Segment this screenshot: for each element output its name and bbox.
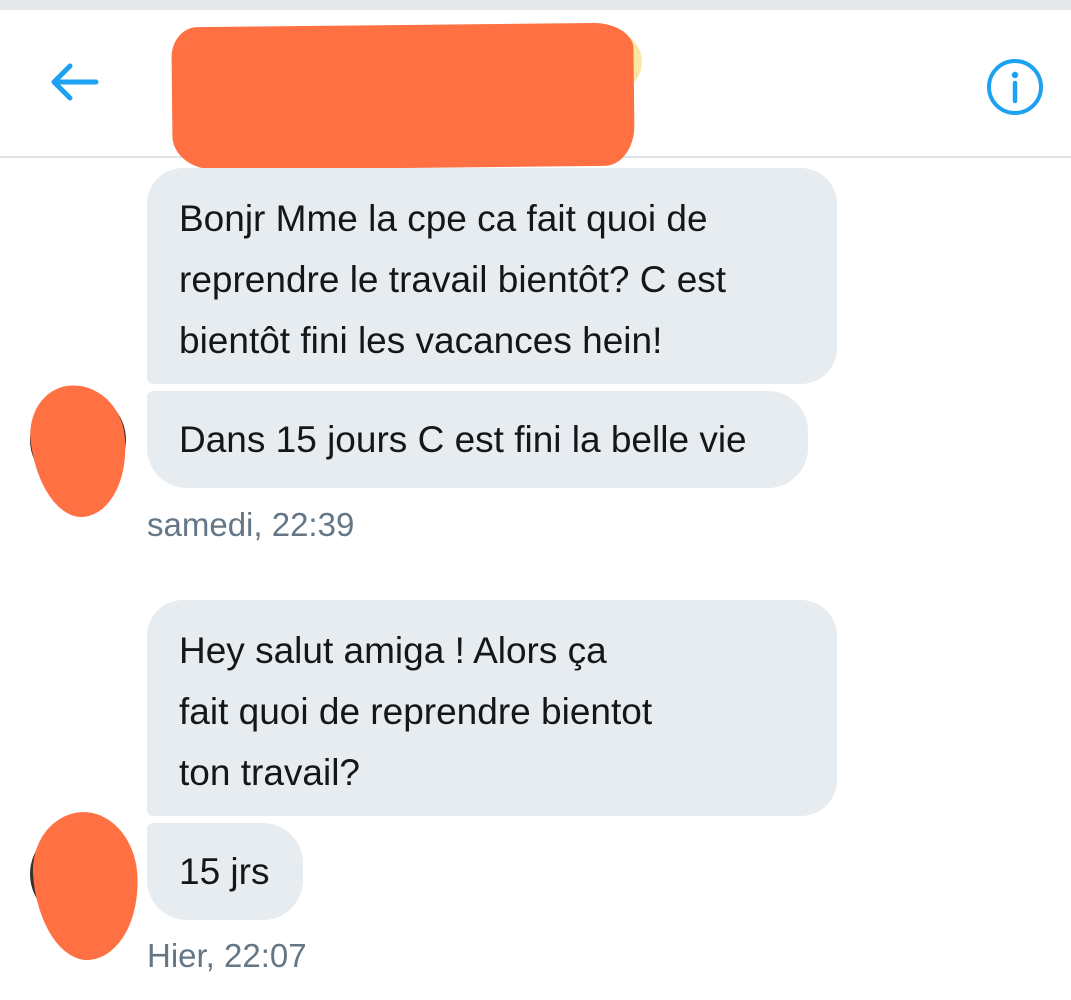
redacted-avatar [25, 380, 133, 522]
message-bubble: Bonjr Mme la cpe ca fait quoi de reprend… [147, 168, 837, 384]
redacted-contact-name [171, 22, 635, 171]
arrow-left-icon [51, 63, 99, 101]
info-circle-icon [987, 59, 1043, 115]
info-button[interactable] [985, 57, 1045, 117]
message-bubble: Hey salut amiga ! Alors ça fait quoi de … [147, 600, 837, 816]
back-button[interactable] [44, 58, 102, 106]
conversation-header [0, 10, 1071, 171]
status-bar [0, 0, 1071, 10]
message-timestamp: Hier, 22:07 [147, 937, 307, 974]
message-bubble: Dans 15 jours C est fini la belle vie [147, 391, 808, 488]
message-bubble: 15 jrs [147, 823, 303, 920]
message-timestamp: samedi, 22:39 [147, 506, 355, 543]
redacted-avatar [28, 808, 144, 964]
